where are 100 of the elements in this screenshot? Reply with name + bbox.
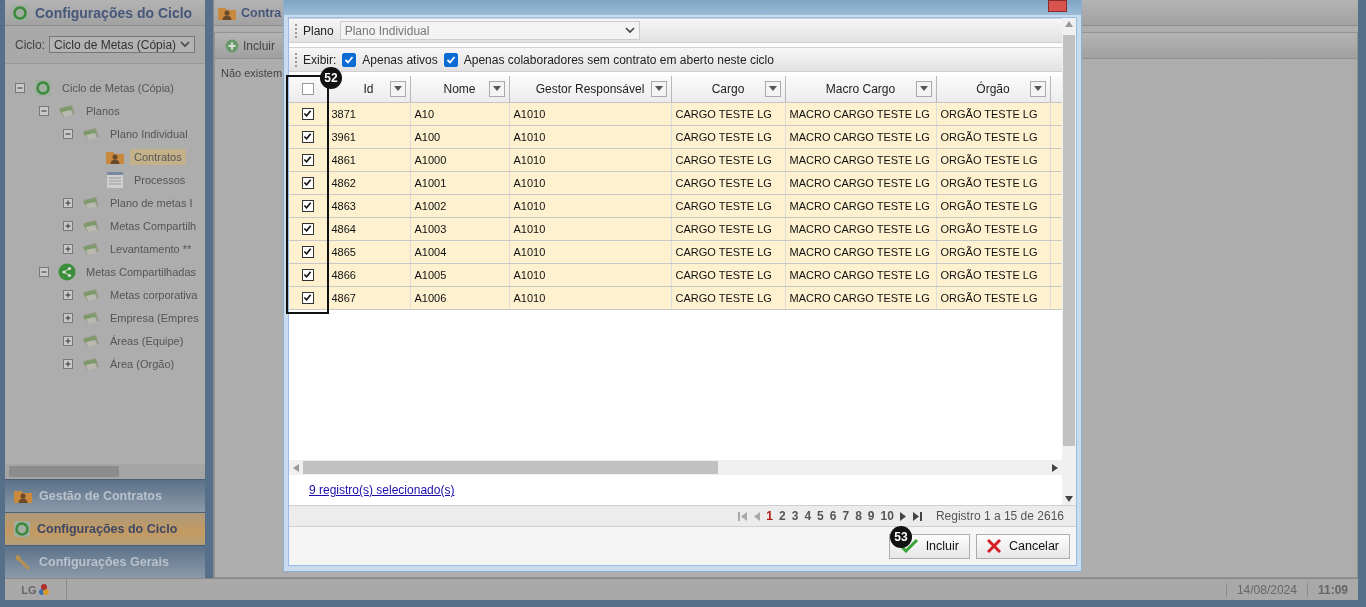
scroll-right-icon[interactable] [1052,463,1058,472]
row-checkbox[interactable] [301,153,314,166]
page-link[interactable]: 3 [791,509,799,523]
row-checkbox[interactable] [301,176,314,189]
checkbox[interactable] [342,52,357,67]
expand-icon[interactable] [63,358,73,369]
check-icon [303,270,313,279]
tree-item[interactable]: Metas Compartilh [106,217,201,234]
last-page-icon[interactable] [912,511,922,521]
collapse-icon[interactable] [15,82,25,93]
folder-person-icon [13,488,33,504]
tree-item[interactable]: Área (Orgão) [106,355,179,372]
table-cell: ORGÃO TESTE LG [936,102,1050,125]
table-cell: CARGO TESTE LG [671,194,785,217]
table-cell: A100 [410,125,509,148]
page-link[interactable]: 1 [766,509,774,523]
table-cell: A1010 [509,148,671,171]
tree-item[interactable]: Áreas (Equipe) [106,332,188,349]
caret-icon [768,86,777,92]
table-cell: MACRO CARGO TESTE LG [785,194,936,217]
page-link[interactable]: 9 [867,509,875,523]
calendar-icon [82,332,100,349]
checkbox-label: Apenas ativos [362,52,438,67]
expand-icon[interactable] [63,243,73,254]
vertical-scrollbar[interactable] [1062,18,1076,505]
expand-icon[interactable] [63,312,73,323]
tree-item[interactable]: Levantamento ** [106,240,196,257]
nav-section[interactable]: Configurações do Ciclo [5,512,205,545]
column-header: Nome [443,81,476,96]
page-link[interactable]: 6 [829,509,837,523]
column-menu-button[interactable] [1029,80,1046,97]
cycle-select[interactable]: Ciclo de Metas (Cópia) [49,36,195,53]
horizontal-scrollbar[interactable] [289,460,1062,475]
column-menu-button[interactable] [389,80,406,97]
collapse-icon[interactable] [39,266,49,277]
checkbox[interactable] [443,52,458,67]
table-cell: A1010 [509,286,671,309]
expand-icon[interactable] [63,289,73,300]
check-icon [303,201,313,210]
table-cell: A1010 [509,263,671,286]
collapse-icon[interactable] [63,128,73,139]
expand-icon[interactable] [63,335,73,346]
page-link[interactable]: 8 [855,509,862,523]
column-menu-button[interactable] [650,80,667,97]
tree-item[interactable]: Processos [130,171,190,188]
table-cell: CARGO TESTE LG [671,240,785,263]
page-link[interactable]: 5 [817,509,824,523]
column-menu-button[interactable] [915,80,932,97]
horizontal-scrollbar[interactable] [5,464,205,479]
tree-item[interactable]: Metas Compartilhadas [82,263,201,280]
table-cell: A1006 [410,286,509,309]
page-link[interactable]: 2 [779,509,786,523]
cancel-button[interactable]: Cancelar [975,533,1070,559]
check-icon [303,224,313,233]
caret-icon [393,86,402,92]
table-cell: CARGO TESTE LG [671,286,785,309]
close-icon [986,539,1001,553]
page-link[interactable]: 7 [842,509,850,523]
calendar-icon [82,355,100,372]
status-date: 14/08/2024 [1225,582,1307,597]
selection-link[interactable]: 9 registro(s) selecionado(s) [309,483,455,497]
table-cell: 4867 [327,286,410,309]
row-checkbox[interactable] [301,222,314,235]
tree-item[interactable]: Plano Individual [106,125,192,142]
tree-item[interactable]: Contratos [130,148,186,165]
table-cell: A1010 [509,125,671,148]
row-checkbox[interactable] [301,107,314,120]
caret-icon [624,27,635,34]
row-checkbox[interactable] [301,130,314,143]
table-cell: 3961 [327,125,410,148]
page-link[interactable]: 4 [804,509,812,523]
tree-item[interactable]: Planos [82,102,124,119]
expand-icon[interactable] [63,197,73,208]
row-checkbox[interactable] [301,199,314,212]
tree-item[interactable]: Metas corporativa [106,286,202,303]
select-all-checkbox[interactable] [301,82,314,95]
next-page-icon[interactable] [899,511,907,521]
row-checkbox[interactable] [301,268,314,281]
scroll-down-icon[interactable] [1065,496,1073,502]
row-checkbox[interactable] [301,291,314,304]
table-cell: CARGO TESTE LG [671,125,785,148]
table-cell: MACRO CARGO TESTE LG [785,240,936,263]
column-menu-button[interactable] [488,80,505,97]
check-icon [344,54,355,65]
check-icon [303,247,313,256]
column-header: Cargo [711,81,745,96]
table-cell: 4861 [327,148,410,171]
table-cell: A1010 [509,240,671,263]
row-checkbox[interactable] [301,245,314,258]
check-icon [303,155,313,164]
add-button[interactable]: Incluir [225,38,275,53]
collapse-icon[interactable] [39,105,49,116]
tree-item[interactable]: Ciclo de Metas (Cópia) [58,79,178,96]
column-menu-button[interactable] [764,80,781,97]
expand-icon[interactable] [63,220,73,231]
plano-select[interactable]: Plano Individual [339,21,640,40]
check-icon [445,54,456,65]
calendar-icon [58,102,76,119]
tree-item[interactable]: Empresa (Empres [106,309,203,326]
page-link[interactable]: 10 [880,509,894,523]
